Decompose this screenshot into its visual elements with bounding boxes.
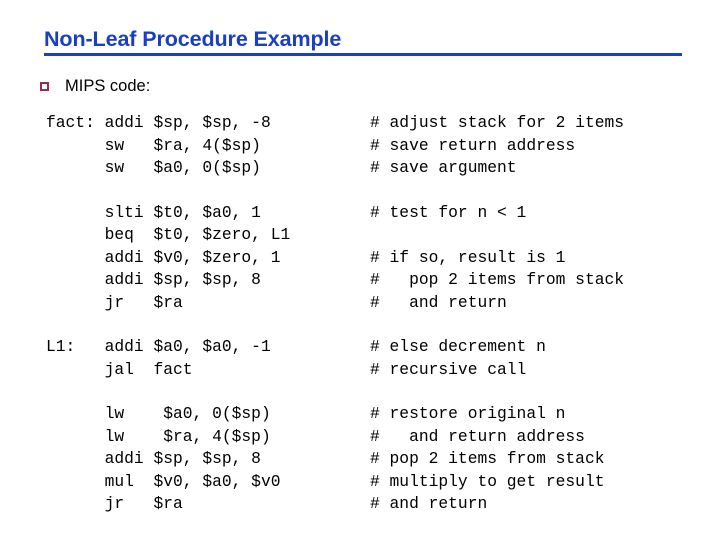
code-comment: # restore original n: [370, 404, 566, 423]
code-line: lw $ra, 4($sp) # and return address: [46, 426, 706, 449]
code-comment: # adjust stack for 2 items: [370, 113, 625, 132]
mips-code-listing: fact: addi $sp, $sp, -8 # adjust stack fo…: [46, 112, 706, 516]
code-instruction: fact: addi $sp, $sp, -8: [46, 113, 271, 132]
code-instruction: addi $v0, $zero, 1: [46, 247, 281, 267]
code-comment: # and return address: [370, 426, 585, 446]
hollow-square-bullet-icon: [40, 81, 49, 91]
code-block: lw $a0, 0($sp) # restore original n lw $r…: [46, 403, 706, 516]
code-instruction: sw $ra, 4($sp): [46, 135, 261, 155]
code-instruction: beq $t0, $zero, L1: [46, 225, 291, 244]
bullet-item-mips-code: MIPS code:: [40, 76, 150, 96]
code-instruction: mul $v0, $a0, $v0: [46, 471, 281, 491]
code-line: addi $sp, $sp, 8 # pop 2 items from stack: [46, 448, 706, 471]
code-instruction: jr $ra: [46, 292, 183, 312]
code-line: jr $ra # and return: [46, 292, 706, 315]
code-line: jr $ra # and return: [46, 493, 706, 516]
code-line: slti $t0, $a0, 1 # test for n < 1: [46, 202, 706, 225]
code-block: fact: addi $sp, $sp, -8 # adjust stack fo…: [46, 112, 706, 180]
code-instruction: L1: addi $a0, $a0, -1: [46, 337, 271, 356]
code-line: addi $v0, $zero, 1 # if so, result is 1: [46, 247, 706, 270]
code-instruction: jr $ra: [46, 494, 183, 513]
code-comment: [370, 224, 706, 247]
title-underline-rule: [44, 53, 682, 56]
code-instruction: sw $a0, 0($sp): [46, 158, 261, 177]
code-comment: # save return address: [370, 135, 576, 155]
code-block: L1: addi $a0, $a0, -1 # else decrement n …: [46, 336, 706, 381]
code-line: sw $ra, 4($sp) # save return address: [46, 135, 706, 158]
code-instruction: slti $t0, $a0, 1: [46, 202, 261, 222]
code-line: lw $a0, 0($sp) # restore original n: [46, 403, 706, 426]
code-instruction: addi $sp, $sp, 8: [46, 449, 261, 468]
code-line: mul $v0, $a0, $v0 # multiply to get resul…: [46, 471, 706, 494]
code-comment: # multiply to get result: [370, 471, 605, 491]
code-instruction: lw $ra, 4($sp): [46, 426, 271, 446]
code-line: beq $t0, $zero, L1: [46, 224, 706, 247]
code-instruction: addi $sp, $sp, 8: [46, 270, 261, 289]
code-comment: # pop 2 items from stack: [370, 270, 625, 289]
code-line: fact: addi $sp, $sp, -8 # adjust stack fo…: [46, 112, 706, 135]
code-comment: # and return: [370, 494, 488, 513]
code-comment: # recursive call: [370, 359, 527, 379]
code-line: sw $a0, 0($sp) # save argument: [46, 157, 706, 180]
title-container: Non-Leaf Procedure Example: [44, 26, 684, 56]
code-line: addi $sp, $sp, 8 # pop 2 items from stack: [46, 269, 706, 292]
code-block: slti $t0, $a0, 1 # test for n < 1 beq $t0…: [46, 202, 706, 315]
page-title: Non-Leaf Procedure Example: [44, 27, 342, 51]
code-instruction: lw $a0, 0($sp): [46, 404, 271, 423]
code-line: jal fact # recursive call: [46, 359, 706, 382]
code-line: L1: addi $a0, $a0, -1 # else decrement n: [46, 336, 706, 359]
code-comment: # save argument: [370, 158, 517, 177]
code-comment: # and return: [370, 292, 507, 312]
code-comment: # test for n < 1: [370, 202, 527, 222]
code-comment: # else decrement n: [370, 337, 546, 356]
code-comment: # pop 2 items from stack: [370, 449, 605, 468]
code-instruction: jal fact: [46, 359, 193, 379]
bullet-item-label: MIPS code:: [65, 77, 151, 95]
slide: Non-Leaf Procedure Example MIPS code: fa…: [0, 0, 720, 540]
code-comment: # if so, result is 1: [370, 247, 566, 267]
